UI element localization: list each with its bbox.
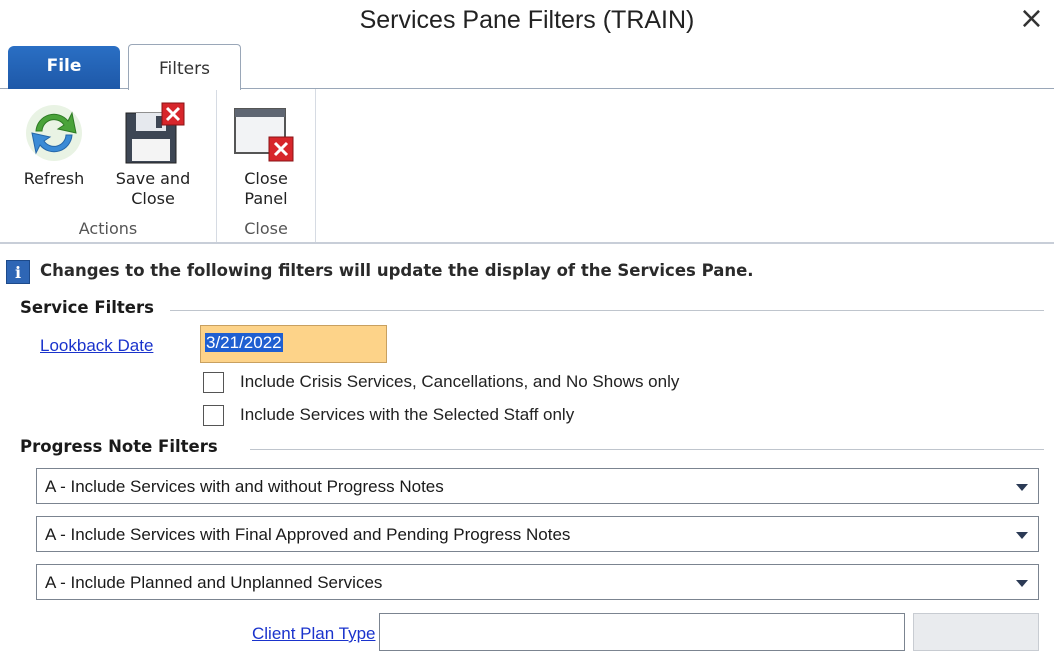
close-panel-line1: Close (244, 169, 288, 188)
ribbon-divider (0, 242, 1054, 244)
close-group-label: Close (244, 219, 288, 238)
ribbon: Refresh Save and Close Actions Close Pan… (0, 89, 1054, 244)
chevron-down-icon[interactable] (1016, 532, 1028, 539)
close-panel-button[interactable]: Close Panel (221, 89, 311, 219)
refresh-button[interactable]: Refresh (12, 89, 96, 219)
save-label-line1: Save and (115, 169, 191, 188)
service-filters-rule (170, 310, 1044, 311)
tab-filters[interactable]: Filters (128, 44, 241, 90)
save-label-line2: Close (131, 189, 175, 208)
info-bar: i Changes to the following filters will … (0, 256, 1054, 290)
ribbon-group-close: Close Panel Close (217, 89, 316, 242)
progress-notes-status-select[interactable]: A - Include Services with Final Approved… (36, 516, 1039, 552)
refresh-icon (22, 101, 86, 169)
close-icon[interactable]: × (1019, 4, 1044, 34)
progress-notes-presence-select[interactable]: A - Include Services with and without Pr… (36, 468, 1039, 504)
progress-notes-presence-value: A - Include Services with and without Pr… (45, 477, 444, 496)
ribbon-tab-row: File Filters (0, 43, 1054, 90)
actions-group-label: Actions (78, 219, 138, 238)
close-panel-label: Close Panel (221, 169, 311, 209)
save-and-close-button[interactable]: Save and Close (108, 89, 198, 219)
close-panel-icon (233, 107, 297, 169)
client-plan-type-input[interactable] (379, 613, 905, 651)
title-bar: Services Pane Filters (TRAIN) × (0, 0, 1054, 44)
close-panel-line2: Panel (244, 189, 288, 208)
selected-staff-label: Include Services with the Selected Staff… (240, 405, 575, 424)
save-and-close-label: Save and Close (108, 169, 198, 209)
save-close-icon (122, 101, 186, 169)
chevron-down-icon[interactable] (1016, 484, 1028, 491)
progress-note-filters-rule (250, 449, 1044, 450)
info-message: Changes to the following filters will up… (40, 261, 754, 280)
refresh-label: Refresh (23, 169, 85, 188)
client-plan-type-button[interactable] (913, 613, 1039, 651)
chevron-down-icon[interactable] (1016, 580, 1028, 587)
crisis-services-checkbox[interactable] (203, 372, 224, 393)
lookback-date-value: 3/21/2022 (205, 333, 283, 352)
planned-services-select[interactable]: A - Include Planned and Unplanned Servic… (36, 564, 1039, 600)
tab-file[interactable]: File (8, 46, 120, 89)
selected-staff-checkbox[interactable] (203, 405, 224, 426)
lookback-date-link[interactable]: Lookback Date (40, 336, 153, 356)
service-filters-heading: Service Filters (20, 298, 158, 317)
progress-note-filters-heading: Progress Note Filters (20, 437, 222, 456)
lookback-date-input[interactable]: 3/21/2022 (200, 325, 387, 363)
planned-services-value: A - Include Planned and Unplanned Servic… (45, 573, 383, 592)
crisis-services-label: Include Crisis Services, Cancellations, … (240, 372, 680, 391)
client-plan-type-link[interactable]: Client Plan Type (252, 624, 375, 644)
info-icon: i (6, 260, 30, 284)
window-title: Services Pane Filters (TRAIN) (359, 6, 695, 34)
ribbon-group-actions: Refresh Save and Close Actions (0, 89, 217, 242)
progress-notes-status-value: A - Include Services with Final Approved… (45, 525, 571, 544)
